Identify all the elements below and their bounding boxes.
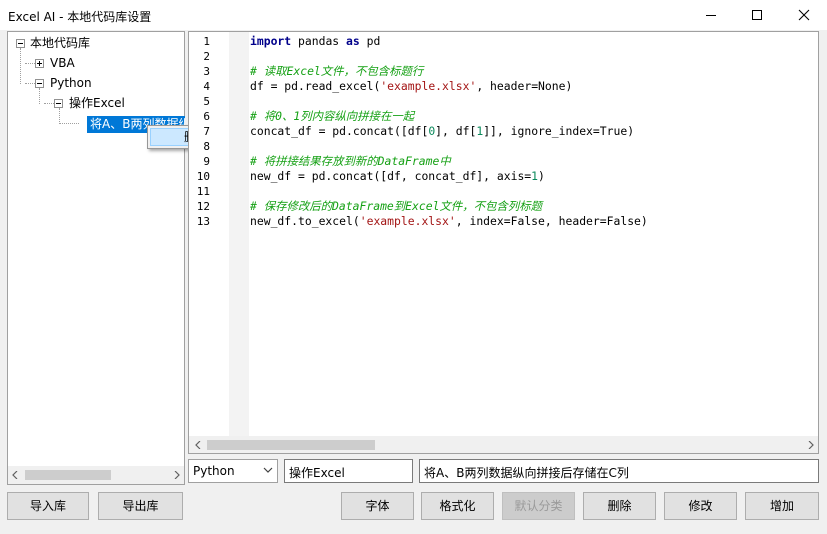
delete-button[interactable]: 删除	[583, 492, 656, 520]
code-line[interactable]: # 保存修改后的DataFrame到Excel文件，不包含列标题	[250, 199, 542, 214]
code-line[interactable]: # 将0、1列内容纵向拼接在一起	[250, 109, 414, 124]
default-category-button[interactable]: 默认分类	[502, 492, 575, 520]
tree-connector	[44, 103, 54, 105]
code-line[interactable]: concat_df = pd.concat([df[0], df[1]], ig…	[250, 124, 634, 139]
line-number: 7	[203, 125, 210, 138]
code-line[interactable]: # 读取Excel文件，不包含标题行	[250, 64, 423, 79]
close-button[interactable]	[781, 0, 827, 30]
code-line[interactable]: # 将拼接结果存放到新的DataFrame中	[250, 154, 451, 169]
line-number: 12	[196, 200, 210, 213]
code-library-tree[interactable]: 本地代码库 VBA Python 操作Excel 将A、B两列数据纵向拼接后存储…	[7, 31, 185, 485]
window-title: Excel AI - 本地代码库设置	[8, 10, 152, 24]
scroll-left-icon[interactable]	[11, 471, 19, 479]
tree-scroll-thumb[interactable]	[25, 470, 111, 480]
code-line[interactable]: import pandas as pd	[250, 34, 380, 49]
font-button[interactable]: 字体	[341, 492, 414, 520]
line-number: 13	[196, 215, 210, 228]
tree-connector	[59, 108, 61, 124]
title-bar: Excel AI - 本地代码库设置	[0, 0, 827, 30]
line-number: 3	[203, 65, 210, 78]
tree-node-root[interactable]: 本地代码库	[30, 35, 90, 51]
tree-node-excel[interactable]: 操作Excel	[69, 95, 125, 111]
line-number: 5	[203, 95, 210, 108]
minimize-icon	[706, 15, 716, 16]
minimize-button[interactable]	[688, 0, 734, 30]
tree-node-python[interactable]: Python	[50, 75, 92, 91]
line-number: 4	[203, 80, 210, 93]
tree-expand-toggle[interactable]	[35, 59, 44, 68]
tree-connector	[20, 48, 22, 84]
scroll-left-icon[interactable]	[194, 441, 202, 449]
import-library-button[interactable]: 导入库	[7, 492, 89, 520]
editor-hscrollbar[interactable]	[189, 436, 818, 453]
line-number: 11	[196, 185, 210, 198]
tree-connector	[39, 88, 41, 104]
line-number: 1	[203, 35, 210, 48]
tree-node-vba[interactable]: VBA	[50, 55, 75, 71]
tree-collapse-toggle[interactable]	[54, 99, 63, 108]
maximize-icon	[752, 10, 762, 20]
line-number: 8	[203, 140, 210, 153]
format-button[interactable]: 格式化	[421, 492, 494, 520]
line-number: 9	[203, 155, 210, 168]
line-number: 6	[203, 110, 210, 123]
export-library-button[interactable]: 导出库	[98, 492, 183, 520]
snippet-description-field[interactable]: 将A、B两列数据纵向拼接后存储在C列	[419, 459, 819, 483]
tree-collapse-toggle[interactable]	[16, 39, 25, 48]
line-number-gutter: 1 2 3 4 5 6 7 8 9 10 11 12 13	[189, 32, 229, 436]
language-value: Python	[193, 464, 235, 478]
modify-button[interactable]: 修改	[664, 492, 737, 520]
code-line[interactable]: df = pd.read_excel('example.xlsx', heade…	[250, 79, 572, 94]
add-button[interactable]: 增加	[745, 492, 819, 520]
tree-connector	[59, 123, 79, 125]
line-number: 10	[196, 170, 210, 183]
tree-connector	[25, 83, 35, 85]
language-select[interactable]: Python	[188, 459, 278, 483]
code-line[interactable]: new_df = pd.concat([df, concat_df], axis…	[250, 169, 545, 184]
maximize-button[interactable]	[734, 0, 780, 30]
scroll-right-icon[interactable]	[173, 471, 181, 479]
scroll-right-icon[interactable]	[807, 441, 815, 449]
fold-margin	[229, 32, 249, 436]
editor-scroll-thumb[interactable]	[207, 440, 375, 450]
close-icon	[798, 9, 810, 21]
tree-hscrollbar[interactable]	[8, 466, 184, 484]
line-number: 2	[203, 50, 210, 63]
code-editor[interactable]: 1 2 3 4 5 6 7 8 9 10 11 12 13 import pandas as pd # 读…	[188, 31, 819, 454]
tree-collapse-toggle[interactable]	[35, 79, 44, 88]
snippet-name-field[interactable]: 操作Excel	[284, 459, 413, 483]
chevron-down-icon	[263, 467, 273, 473]
tree-connector	[25, 63, 35, 65]
code-line[interactable]: new_df.to_excel('example.xlsx', index=Fa…	[250, 214, 648, 229]
